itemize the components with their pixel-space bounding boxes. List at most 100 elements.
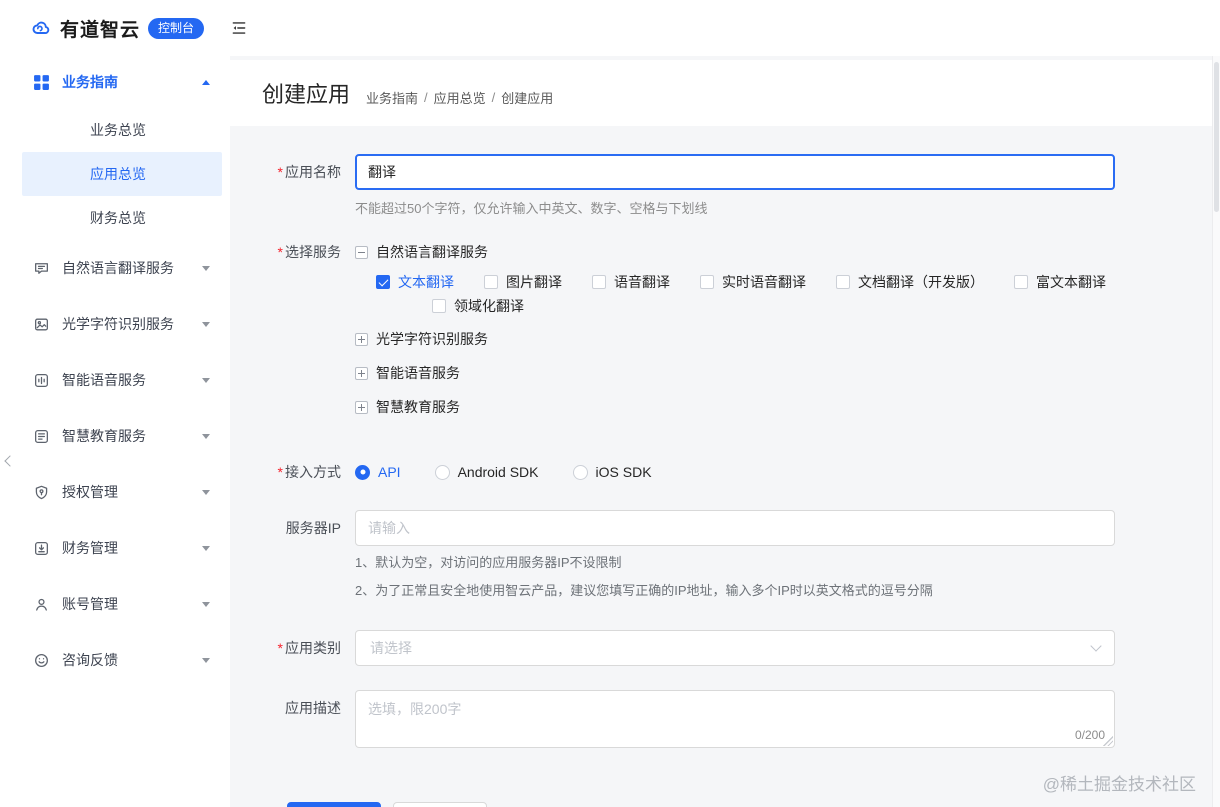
- radio-ios-sdk[interactable]: iOS SDK: [572, 464, 652, 480]
- sidebar-fold-icon[interactable]: [226, 15, 252, 41]
- sidebar-item-label: 咨询反馈: [62, 652, 118, 668]
- service-group-label: 光学字符识别服务: [376, 331, 488, 347]
- checkbox-document-translation[interactable]: 文档翻译（开发版）: [836, 272, 984, 292]
- breadcrumb-item[interactable]: 应用总览: [434, 88, 486, 107]
- chevron-down-icon: [202, 433, 210, 439]
- required-asterisk: *: [277, 640, 283, 656]
- radio-android-sdk[interactable]: Android SDK: [434, 464, 539, 480]
- sidebar-item-label: 智慧教育服务: [62, 428, 146, 444]
- sidebar-item-label: 财务总览: [90, 210, 146, 226]
- checkbox-checked-icon: [376, 275, 390, 289]
- sidebar-item-business-overview[interactable]: 业务总览: [22, 108, 222, 152]
- breadcrumb-separator: /: [424, 89, 428, 105]
- create-app-form: *应用名称 不能超过50个字符，仅允许输入中英文、数字、空格与下划线 *选择服务…: [230, 126, 1220, 807]
- form-actions: 确定 取消: [230, 802, 1220, 807]
- sidebar-item-feedback[interactable]: 咨询反馈: [0, 632, 230, 688]
- chevron-down-icon: [1090, 640, 1102, 652]
- sidebar-item-speech-service[interactable]: 智能语音服务: [0, 352, 230, 408]
- expand-icon[interactable]: [355, 332, 368, 346]
- checkbox-text-translation[interactable]: 文本翻译: [376, 272, 454, 292]
- service-group-nlp: 自然语言翻译服务: [355, 239, 1115, 265]
- form-row-app-name: *应用名称 不能超过50个字符，仅允许输入中英文、数字、空格与下划线: [230, 154, 1220, 217]
- service-group-label: 智慧教育服务: [376, 399, 460, 415]
- sidebar-item-app-overview[interactable]: 应用总览: [22, 152, 222, 196]
- collapse-icon[interactable]: [355, 245, 368, 259]
- image-scan-icon: [32, 315, 50, 333]
- checkbox-icon: [592, 275, 606, 289]
- education-notes-icon: [32, 427, 50, 445]
- brand[interactable]: 有道智云 控制台: [0, 15, 205, 42]
- form-row-server-ip: 服务器IP 1、默认为空，对访问的应用服务器IP不设限制 2、为了正常且安全地使…: [230, 510, 1220, 602]
- field-label-server-ip: 服务器IP: [285, 520, 341, 536]
- app-name-input[interactable]: [355, 154, 1115, 190]
- char-counter: 0/200: [1074, 728, 1105, 742]
- app-name-hint: 不能超过50个字符，仅允许输入中英文、数字、空格与下划线: [355, 201, 708, 216]
- radio-icon: [572, 464, 588, 480]
- checkbox-speech-translation[interactable]: 语音翻译: [592, 272, 670, 292]
- breadcrumb: 业务指南 / 应用总览 / 创建应用: [366, 88, 553, 107]
- checkbox-richtext-translation[interactable]: 富文本翻译: [1014, 272, 1106, 292]
- chevron-down-icon: [202, 265, 210, 271]
- page-title: 创建应用: [262, 82, 351, 107]
- expand-icon[interactable]: [355, 366, 368, 380]
- checkbox-realtime-speech-translation[interactable]: 实时语音翻译: [700, 272, 806, 292]
- sidebar-item-label: 智能语音服务: [62, 372, 146, 388]
- server-ip-hint-2: 2、为了正常且安全地使用智云产品，建议您填写正确的IP地址，输入多个IP时以英文…: [355, 583, 933, 598]
- description-textarea[interactable]: [355, 690, 1115, 748]
- confirm-button[interactable]: 确定: [287, 802, 381, 807]
- brand-name: 有道智云: [60, 19, 141, 41]
- sidebar-item-education-service[interactable]: 智慧教育服务: [0, 408, 230, 464]
- shield-icon: [32, 483, 50, 501]
- breadcrumb-item[interactable]: 业务指南: [366, 88, 418, 107]
- required-asterisk: *: [277, 164, 283, 180]
- form-row-category: * 应用类别 请选择: [230, 630, 1220, 666]
- sidebar-item-finance-management[interactable]: 财务管理: [0, 520, 230, 576]
- page-header: 创建应用 业务指南 / 应用总览 / 创建应用: [230, 60, 1220, 126]
- radio-selected-icon: [355, 464, 370, 480]
- nlp-sub-options-row: 领域化翻译: [355, 296, 1115, 316]
- money-box-icon: [32, 539, 50, 557]
- radio-icon: [434, 464, 450, 480]
- chevron-down-icon: [202, 545, 210, 551]
- checkbox-icon: [484, 275, 498, 289]
- sidebar-item-label: 账号管理: [62, 596, 118, 612]
- voice-icon: [32, 371, 50, 389]
- chevron-down-icon: [202, 489, 210, 495]
- scrollbar-thumb[interactable]: [1214, 62, 1219, 212]
- field-label-services: * 选择服务: [277, 244, 341, 260]
- radio-api[interactable]: API: [355, 464, 401, 480]
- field-label-description: 应用描述: [285, 700, 341, 716]
- service-group-label: 自然语言翻译服务: [376, 244, 488, 260]
- field-label-category: * 应用类别: [277, 640, 341, 656]
- service-group-label: 智能语音服务: [376, 365, 460, 381]
- service-group-education: 智慧教育服务: [355, 394, 1115, 420]
- nlp-options-row: 文本翻译 图片翻译 语音翻译 实时语音翻译 文档翻译（开发版） 富文本翻译: [355, 272, 1115, 292]
- sidebar-item-authorization[interactable]: 授权管理: [0, 464, 230, 520]
- sidebar-item-nlp-translation-service[interactable]: 自然语言翻译服务: [0, 240, 230, 296]
- checkbox-icon: [700, 275, 714, 289]
- form-row-description: 应用描述 0/200: [230, 690, 1220, 748]
- sidebar-item-ocr-service[interactable]: 光学字符识别服务: [0, 296, 230, 352]
- sidebar-item-label: 自然语言翻译服务: [62, 260, 174, 276]
- scrollbar[interactable]: [1212, 56, 1220, 807]
- sidebar-collapse-handle[interactable]: [2, 452, 14, 470]
- form-row-services: * 选择服务 自然语言翻译服务 文本翻译 图片翻译 语音翻译 实时语音翻译 文档…: [230, 239, 1220, 422]
- category-select[interactable]: 请选择: [355, 630, 1115, 666]
- sidebar: 业务指南 业务总览 应用总览 财务总览 自然语言翻译服务 光学字符识别服务 智能…: [0, 56, 230, 807]
- sidebar-item-label: 光学字符识别服务: [62, 316, 174, 332]
- sidebar-item-label: 财务管理: [62, 540, 118, 556]
- service-group-ocr: 光学字符识别服务: [355, 326, 1115, 352]
- sidebar-item-account-management[interactable]: 账号管理: [0, 576, 230, 632]
- expand-icon[interactable]: [355, 400, 368, 414]
- service-group-speech: 智能语音服务: [355, 360, 1115, 386]
- checkbox-image-translation[interactable]: 图片翻译: [484, 272, 562, 292]
- cancel-button[interactable]: 取消: [393, 802, 487, 807]
- sidebar-item-finance-overview[interactable]: 财务总览: [22, 196, 222, 240]
- sidebar-item-business-guide[interactable]: 业务指南: [0, 56, 230, 108]
- checkbox-domain-translation[interactable]: 领域化翻译: [432, 296, 524, 316]
- checkbox-icon: [1014, 275, 1028, 289]
- chevron-down-icon: [202, 657, 210, 663]
- sidebar-item-label: 业务指南: [62, 74, 118, 90]
- resize-handle-icon[interactable]: [1103, 736, 1113, 746]
- server-ip-input[interactable]: [355, 510, 1115, 546]
